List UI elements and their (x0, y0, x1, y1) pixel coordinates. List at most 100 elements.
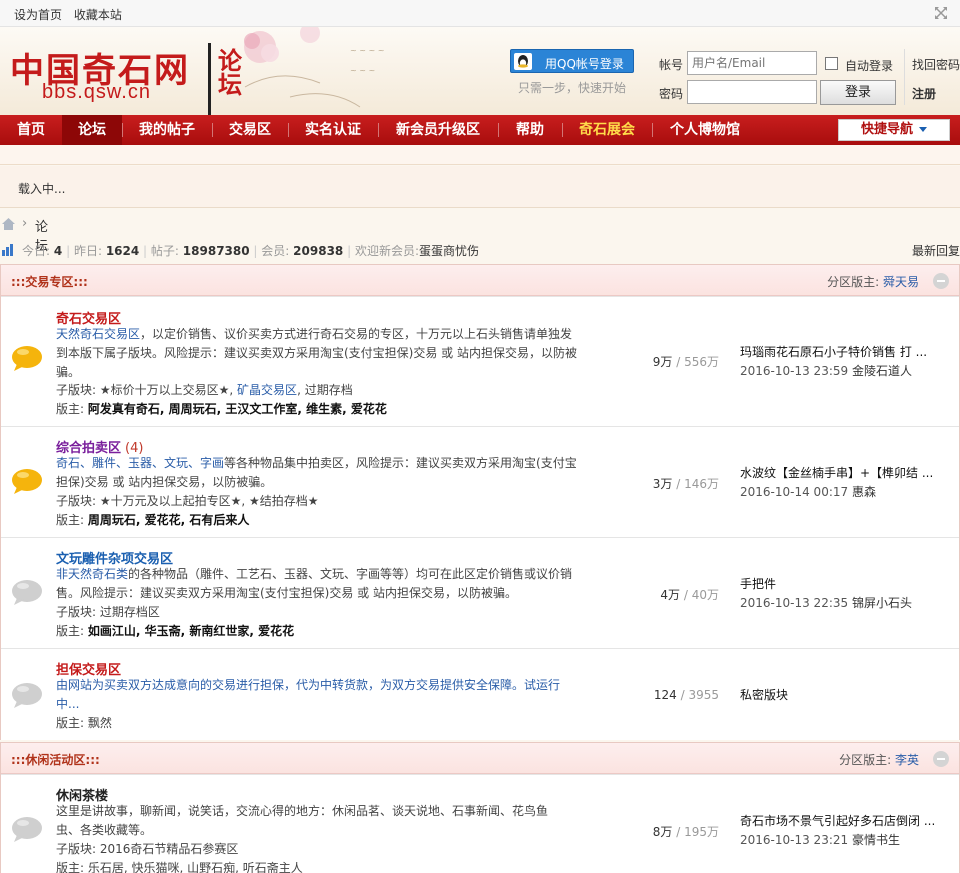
moderator-links[interactable]: 阿发真有奇石, 周周玩石, 王汉文工作室, 维生素, 爱花花 (88, 402, 387, 416)
moderator-links[interactable]: 周周玩石, 爱花花, 石有后来人 (88, 513, 249, 527)
last-post-title[interactable]: 水波纹【金丝楠手串】+【榫卯结 ... (740, 464, 950, 483)
desc-link[interactable]: 奇石、雕件、玉器、文玩、字画 (56, 456, 224, 470)
subforum-link[interactable]: ★标价十万以上交易区★ (100, 383, 230, 397)
last-post-time[interactable]: 2016-10-13 23:59 (740, 364, 848, 378)
login-divider (904, 49, 905, 105)
last-post-user[interactable]: 惠森 (852, 485, 876, 499)
category-title[interactable]: :::休闲活动区::: (11, 751, 100, 768)
nav-stone-expo[interactable]: 奇石展会 (562, 115, 652, 145)
mods-label: 分区版主: (839, 753, 892, 767)
forum-description: 奇石、雕件、玉器、文玩、字画等各种物品集中拍卖区，风险提示：建议买卖双方采用淘宝… (56, 454, 581, 492)
quick-nav-label: 快捷导航 (860, 122, 913, 137)
last-post-title[interactable]: 玛瑙雨花石原石小子特价销售 打 ... (740, 343, 950, 362)
nav-help[interactable]: 帮助 (498, 115, 562, 145)
forum-row: 综合拍卖区 (4) 奇石、雕件、玉器、文玩、字画等各种物品集中拍卖区，风险提示：建… (1, 426, 959, 537)
welcome-label: 欢迎新会员: (354, 244, 420, 258)
nav-trade[interactable]: 交易区 (212, 115, 288, 145)
category-trade: :::交易专区::: 分区版主: 舜天易 奇石交易区 天然奇石交易区，以定价销售… (0, 264, 960, 740)
desc-text: 这里是讲故事，聊新闻，说笑话，交流心得的地方：休闲品茗、谈天说地、石事新闻、花鸟… (56, 804, 549, 837)
logo-luntan-text: 论坛 (218, 46, 242, 99)
forum-row: 文玩雕件杂项交易区 非天然奇石类的各种物品（雕件、工艺石、玉器、文玩、字画等等）… (1, 537, 959, 648)
category-leisure: :::休闲活动区::: 分区版主: 李英 休闲茶楼 这里是讲故事，聊新闻，说笑话… (0, 742, 960, 873)
subforum-link[interactable]: 过期存档区 (100, 605, 160, 619)
forum-moderators: 版主: 乐石居, 快乐猫咪, 山野石痴, 听石斋主人 (56, 859, 303, 873)
sub-label: 子版块: (56, 494, 97, 508)
category-title[interactable]: :::交易专区::: (11, 273, 88, 290)
expand-icon[interactable] (934, 6, 948, 20)
last-post-user[interactable]: 锦屏小石头 (852, 596, 912, 610)
posts-count: 18987380 (182, 244, 250, 258)
nav-museum[interactable]: 个人博物馆 (652, 115, 758, 145)
nav-home[interactable]: 首页 (0, 115, 62, 145)
qq-login-tip: 只需一步，快速开始 (518, 81, 627, 95)
qq-login-button[interactable]: 用QQ帐号登录 (510, 49, 634, 73)
set-home-link[interactable]: 设为首页 (14, 8, 62, 22)
forum-description: 由网站为买卖双方达成意向的交易进行担保，代为中转货款，为双方交易提供安全保障。试… (56, 676, 581, 714)
forum-row: 担保交易区 由网站为买卖双方达成意向的交易进行担保，代为中转货款，为双方交易提供… (1, 648, 959, 740)
loading-text: 载入中... (18, 182, 66, 196)
subforums: 子版块: ★标价十万以上交易区★, 矿晶交易区, 过期存档 (56, 383, 353, 397)
nav-forum[interactable]: 论坛 (62, 115, 122, 145)
mods-label: 版主: (56, 624, 85, 638)
last-post: 手把件 2016-10-13 22:35 锦屏小石头 (740, 575, 950, 613)
forum-row: 休闲茶楼 这里是讲故事，聊新闻，说笑话，交流心得的地方：休闲品茗、谈天说地、石事… (1, 774, 959, 873)
desc-link[interactable]: 由网站为买卖双方达成意向的交易进行担保，代为中转货款，为双方交易提供安全保障。试… (56, 678, 560, 711)
desc-link[interactable]: 非天然奇石类 (56, 567, 128, 581)
newest-member-link[interactable]: 蛋蛋商忧伤 (419, 244, 479, 258)
last-post-time[interactable]: 2016-10-13 23:21 (740, 833, 848, 847)
thread-count: 3万 (652, 477, 673, 491)
nav-verify[interactable]: 实名认证 (288, 115, 378, 145)
breadcrumb-separator: › (22, 216, 28, 231)
nav-my-posts[interactable]: 我的帖子 (122, 115, 212, 145)
last-post-title[interactable]: 手把件 (740, 575, 950, 594)
subforum-link[interactable]: ★十万元及以上起拍专区★ (100, 494, 242, 508)
peony-decoration: ~ ~ ~ ~ ~ ~ ~ (244, 27, 384, 108)
account-input[interactable] (687, 51, 817, 75)
last-post-time[interactable]: 2016-10-13 22:35 (740, 596, 848, 610)
qq-penguin-icon (514, 53, 532, 70)
sub-label: 子版块: (56, 383, 97, 397)
last-post-user[interactable]: 豪情书生 (852, 833, 900, 847)
forum-row: 奇石交易区 天然奇石交易区，以定价销售、议价买卖方式进行奇石交易的专区，十万元以… (1, 296, 959, 426)
category-moderator-link[interactable]: 舜天易 (883, 275, 919, 289)
category-moderator-link[interactable]: 李英 (895, 753, 919, 767)
last-post-meta: 2016-10-14 00:17 惠森 (740, 483, 950, 502)
moderator-links[interactable]: 乐石居, 快乐猫咪, 山野石痴, 听石斋主人 (88, 861, 303, 873)
last-post-meta: 2016-10-13 22:35 锦屏小石头 (740, 594, 950, 613)
caret-down-icon (919, 127, 927, 132)
subforum-link[interactable]: 矿晶交易区 (237, 383, 297, 397)
auto-login-checkbox[interactable] (825, 57, 838, 70)
forum-counts: 4万 / 40万 (660, 588, 719, 602)
last-post: 私密版块 (740, 686, 950, 705)
nav-upgrade[interactable]: 新会员升级区 (378, 115, 498, 145)
forum-moderators: 版主: 周周玩石, 爱花花, 石有后来人 (56, 511, 249, 528)
moderator-links[interactable]: 飘然 (88, 716, 112, 730)
subforum-link[interactable]: 2016奇石节精品石参赛区 (100, 842, 239, 856)
subforum-link[interactable]: 过期存档 (305, 383, 353, 397)
register-link[interactable]: 注册 (912, 85, 936, 102)
bookmark-link[interactable]: 收藏本站 (74, 8, 122, 22)
svg-text:~ ~ ~ ~: ~ ~ ~ ~ (350, 46, 384, 55)
subforum-link[interactable]: ★结拍存档★ (249, 494, 319, 508)
forum-description: 这里是讲故事，聊新闻，说笑话，交流心得的地方：休闲品茗、谈天说地、石事新闻、花鸟… (56, 802, 556, 840)
latest-replies-link[interactable]: 最新回复 (912, 242, 960, 259)
forum-counts: 124 / 3955 (653, 688, 719, 702)
last-post-time[interactable]: 2016-10-14 00:17 (740, 485, 848, 499)
password-input[interactable] (687, 80, 817, 104)
sub-label: 子版块: (56, 842, 97, 856)
forgot-password-link[interactable]: 找回密码 (912, 56, 960, 73)
last-post-title[interactable]: 奇石市场不景气引起好多石店倒闭 ... (740, 812, 950, 831)
quick-nav-button[interactable]: 快捷导航 (838, 119, 950, 141)
last-post-user[interactable]: 金陵石道人 (852, 364, 912, 378)
collapse-icon[interactable] (933, 273, 949, 289)
post-count: 3955 (688, 688, 719, 702)
members-count: 209838 (293, 244, 344, 258)
login-button[interactable]: 登录 (820, 80, 896, 105)
forum-counts: 3万 / 146万 (652, 477, 719, 491)
home-icon[interactable] (2, 218, 15, 230)
no-new-posts-bubble-icon (12, 580, 42, 605)
category-header: :::交易专区::: 分区版主: 舜天易 (1, 265, 959, 296)
collapse-icon[interactable] (933, 751, 949, 767)
moderator-links[interactable]: 如画江山, 华玉斋, 新南红世家, 爱花花 (88, 624, 294, 638)
desc-link[interactable]: 天然奇石交易区 (56, 327, 140, 341)
